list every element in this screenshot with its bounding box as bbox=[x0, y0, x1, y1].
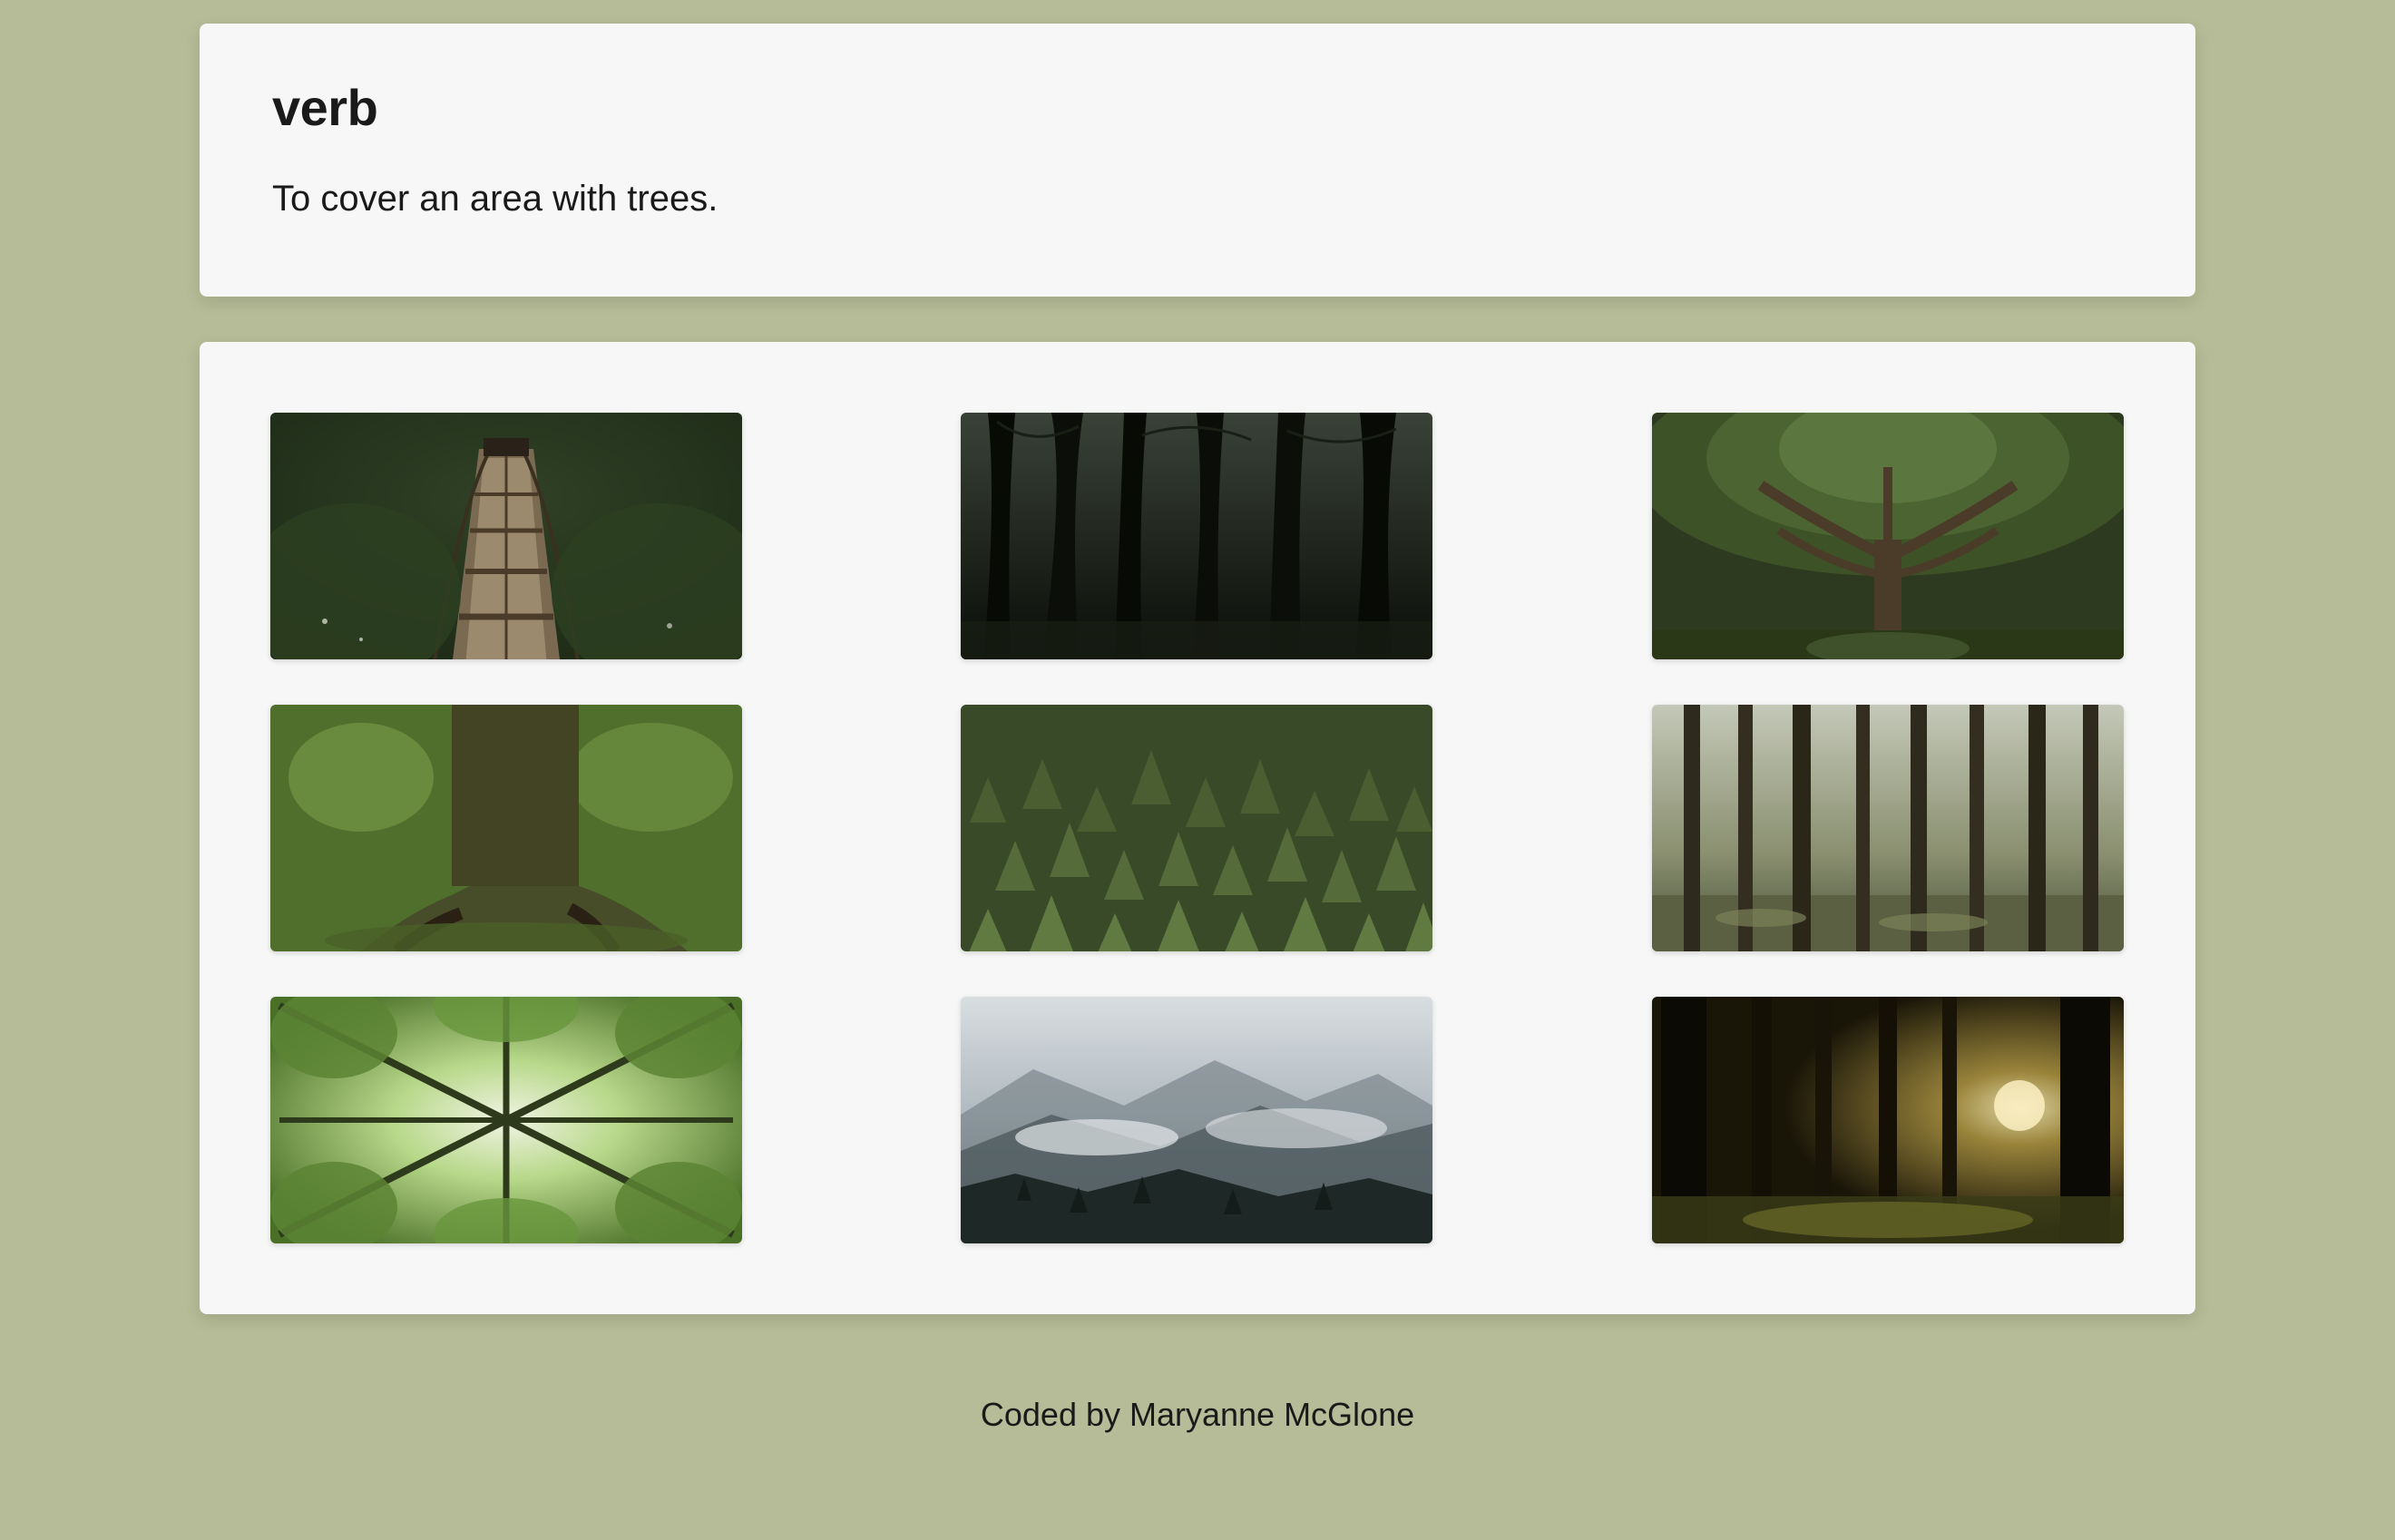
gallery-image-tall-pines bbox=[1652, 705, 2124, 951]
image-grid bbox=[270, 413, 2125, 1243]
gallery-card bbox=[200, 342, 2195, 1314]
gallery-image-canopy-view bbox=[270, 997, 742, 1243]
gallery-image-large-tree bbox=[1652, 413, 2124, 659]
definition-card: verb To cover an area with trees. bbox=[200, 24, 2195, 297]
gallery-image-mossy-trunk bbox=[270, 705, 742, 951]
part-of-speech: verb bbox=[272, 78, 2123, 137]
gallery-image-sunlit-forest bbox=[1652, 997, 2124, 1243]
gallery-image-pine-tops bbox=[961, 705, 1432, 951]
gallery-image-forest-bridge bbox=[270, 413, 742, 659]
footer-credit: Coded by Maryanne McGlone bbox=[200, 1387, 2195, 1443]
gallery-image-dark-forest bbox=[961, 413, 1432, 659]
gallery-image-misty-mountains bbox=[961, 997, 1432, 1243]
definition-text: To cover an area with trees. bbox=[272, 173, 2123, 224]
